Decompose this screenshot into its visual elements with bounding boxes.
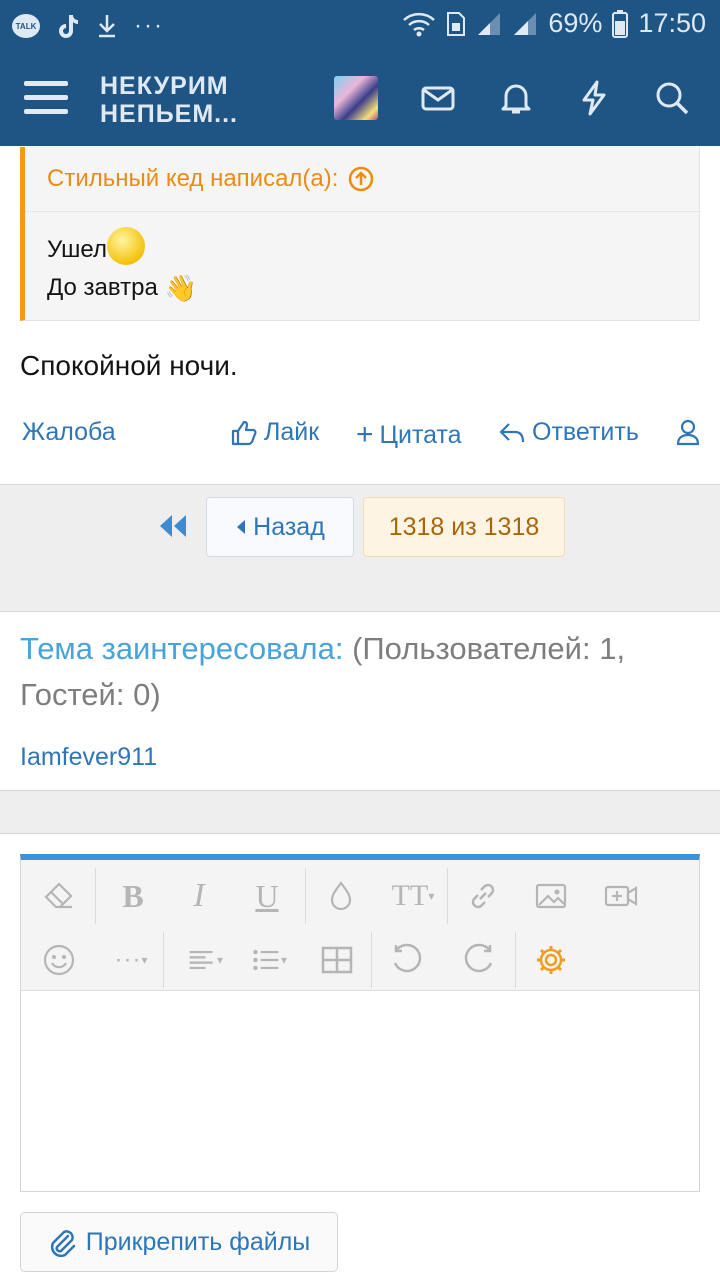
viewers-users-count: (Пользователей: 1, — [343, 631, 626, 666]
reply-editor: B I U TT ▾ ··· ▾ ▾ ▾ — [20, 854, 700, 1192]
emoji-face-icon — [106, 227, 145, 265]
quote-divider — [25, 211, 699, 212]
paperclip-icon — [50, 1230, 75, 1258]
more-icon[interactable]: ··· ▾ — [103, 940, 159, 980]
bold-icon[interactable]: B — [113, 876, 153, 916]
eraser-icon[interactable] — [39, 876, 79, 916]
toolbar-divider — [95, 868, 96, 924]
battery-icon — [612, 9, 629, 38]
menu-icon[interactable] — [24, 81, 68, 115]
list-icon[interactable]: ▾ — [241, 940, 297, 980]
redo-icon[interactable] — [457, 940, 497, 980]
viewers-label: Тема заинтересовала: — [20, 631, 344, 666]
user-icon — [676, 419, 700, 446]
quote-header[interactable]: Стильный кед написал(а): — [47, 165, 374, 193]
quote-label: Цитата — [379, 420, 462, 449]
site-logo[interactable]: НЕКУРИМ НЕПЬЕМ... — [100, 72, 238, 128]
signal-icon — [478, 12, 501, 35]
logo-line-2: НЕПЬЕМ... — [100, 100, 239, 128]
talk-icon: TALK — [12, 14, 40, 38]
italic-icon[interactable]: I — [179, 876, 219, 916]
toolbar-divider — [447, 868, 448, 924]
undo-icon[interactable] — [389, 940, 429, 980]
status-bar: TALK ··· 69% 17:50 — [0, 0, 720, 50]
toolbar-divider — [305, 868, 306, 924]
plus-icon: + — [356, 418, 374, 451]
editor-text-area[interactable] — [21, 991, 699, 1191]
envelope-icon[interactable] — [420, 80, 456, 116]
like-button[interactable]: Лайк — [230, 418, 319, 447]
quote-line-2: До завтра — [47, 274, 158, 301]
avatar[interactable] — [334, 76, 378, 120]
wifi-icon — [403, 12, 436, 36]
bell-icon[interactable] — [498, 80, 534, 116]
current-page-indicator[interactable]: 1318 из 1318 — [363, 497, 565, 557]
quote-body: Ушел До завтра 👋 — [47, 227, 197, 307]
underline-icon[interactable]: U — [247, 876, 287, 916]
talk-badge: TALK — [15, 21, 37, 31]
more-notifications-icon: ··· — [134, 12, 164, 39]
text-size-icon[interactable]: TT ▾ — [385, 876, 441, 916]
pagination-bar — [0, 484, 720, 612]
thumbs-up-icon — [231, 420, 257, 445]
back-button[interactable]: Назад — [206, 497, 354, 557]
post-text: Спокойной ночи. — [20, 350, 238, 381]
reply-icon — [499, 422, 525, 442]
lightning-icon[interactable] — [576, 80, 612, 116]
app-header: НЕКУРИМ НЕПЬЕМ... — [0, 50, 720, 146]
download-icon — [99, 15, 115, 38]
arrow-up-circle-icon[interactable] — [348, 166, 374, 192]
report-label: Жалоба — [22, 418, 116, 446]
reply-label: Ответить — [532, 418, 639, 446]
table-icon[interactable] — [317, 940, 357, 980]
quote-block: Стильный кед написал(а): Ушел До завтра … — [20, 147, 700, 321]
link-icon[interactable] — [463, 876, 503, 916]
report-link[interactable]: Жалоба — [22, 418, 116, 447]
logo-line-1: НЕКУРИМ — [100, 72, 229, 100]
toolbar-divider — [371, 932, 372, 988]
reply-button[interactable]: Ответить — [498, 418, 639, 447]
thread-viewers: Тема заинтересовала: (Пользователей: 1, … — [20, 626, 710, 718]
image-icon[interactable] — [531, 876, 571, 916]
tiktok-icon — [59, 15, 78, 38]
signal-icon-2 — [514, 12, 537, 35]
waving-hand-icon: 👋 — [164, 273, 197, 303]
search-icon[interactable] — [654, 80, 690, 116]
attach-files-label: Прикрепить файлы — [85, 1227, 311, 1256]
toolbar-divider — [163, 932, 164, 988]
smiley-icon[interactable] — [39, 940, 79, 980]
caret-left-icon — [237, 520, 246, 534]
clock: 17:50 — [638, 8, 706, 38]
settings-icon[interactable] — [531, 940, 571, 980]
section-divider — [0, 790, 720, 834]
video-icon[interactable] — [601, 876, 641, 916]
color-drop-icon[interactable] — [321, 876, 361, 916]
toolbar-divider — [515, 932, 516, 988]
editor-toolbar: B I U TT ▾ ··· ▾ ▾ ▾ — [21, 860, 699, 991]
quote-button[interactable]: + Цитата — [356, 418, 462, 452]
quote-line-1: Ушел — [47, 236, 107, 263]
back-label: Назад — [253, 512, 325, 541]
viewers-guests-count: Гостей: 0) — [20, 677, 161, 712]
current-page-label: 1318 из 1318 — [388, 512, 540, 541]
viewer-username-link[interactable]: Iamfever911 — [20, 743, 157, 772]
align-icon[interactable]: ▾ — [177, 940, 233, 980]
user-button[interactable] — [676, 418, 700, 446]
attach-files-button[interactable]: Прикрепить файлы — [20, 1212, 338, 1272]
like-label: Лайк — [264, 418, 320, 446]
quote-author[interactable]: Стильный кед написал(а): — [47, 165, 338, 193]
battery-percent: 69% — [548, 8, 603, 38]
sim-icon — [447, 11, 466, 36]
first-page-icon[interactable] — [156, 511, 190, 541]
